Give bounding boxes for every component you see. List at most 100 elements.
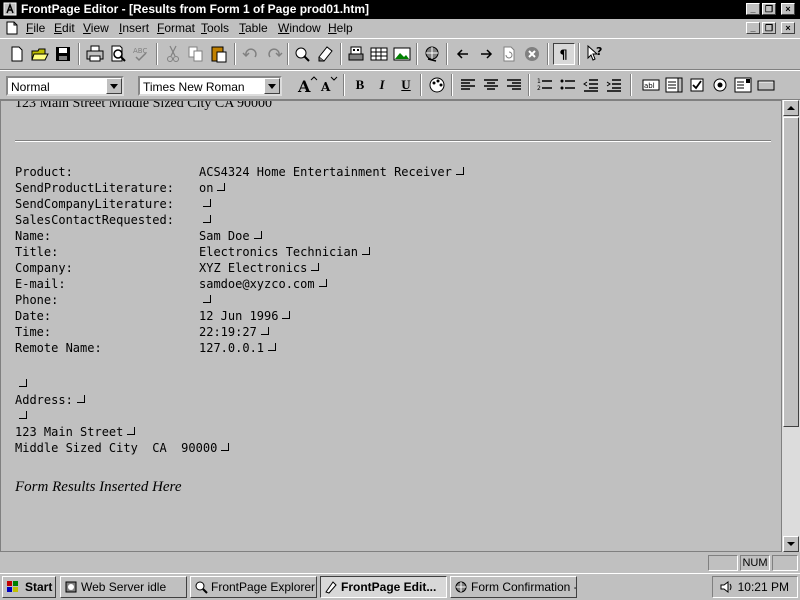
show-todo-button[interactable] <box>315 43 337 65</box>
paragraph-mark-icon <box>202 199 212 209</box>
editor-area[interactable]: 123 Main Street Middle Sized City CA 900… <box>0 100 782 552</box>
close-button[interactable]: × <box>781 3 795 15</box>
doc-minimize-button[interactable]: _ <box>746 22 760 34</box>
decrease-font-size-button[interactable]: A <box>318 74 340 96</box>
clock[interactable]: 10:21 PM <box>738 580 789 594</box>
cut-button[interactable] <box>162 43 184 65</box>
restore-button[interactable]: ❐ <box>762 3 776 15</box>
refresh-button[interactable] <box>498 43 520 65</box>
scrollbar-thumb[interactable] <box>783 117 799 427</box>
speaker-icon[interactable] <box>719 580 735 594</box>
one-line-textbox-button[interactable]: abl <box>640 74 662 96</box>
undo-button[interactable] <box>240 43 262 65</box>
save-button[interactable] <box>52 43 74 65</box>
bold-button[interactable]: B <box>350 77 370 93</box>
spelling-button[interactable]: ABC <box>130 43 152 65</box>
status-panel-empty <box>772 555 798 571</box>
start-button[interactable]: Start <box>2 576 56 598</box>
field-label: SalesContactRequested: <box>15 213 174 227</box>
paragraph-mark-icon <box>76 395 86 405</box>
bulleted-list-button[interactable] <box>557 74 579 96</box>
help-button[interactable]: ? <box>584 43 606 65</box>
field-label: Remote Name: <box>15 341 102 355</box>
menu-insert[interactable]: Insert <box>119 21 149 35</box>
checkbox-button[interactable] <box>686 74 708 96</box>
field-value-text: ACS4324 Home Entertainment Receiver <box>199 165 452 179</box>
doc-restore-button[interactable]: ❐ <box>762 22 776 34</box>
stop-button[interactable] <box>521 43 543 65</box>
font-select[interactable]: Times New Roman <box>138 76 282 96</box>
start-label: Start <box>25 580 53 594</box>
title-bar[interactable]: FrontPage Editor - [Results from Form 1 … <box>0 0 800 19</box>
underline-button[interactable]: U <box>396 77 416 93</box>
increase-indent-button[interactable] <box>603 74 625 96</box>
decrease-indent-button[interactable] <box>580 74 602 96</box>
menu-view[interactable]: View <box>83 21 109 35</box>
new-page-button[interactable] <box>6 43 28 65</box>
blank-line <box>15 409 28 423</box>
chevron-down-icon[interactable] <box>106 78 122 94</box>
menu-format[interactable]: Format <box>157 21 195 35</box>
svg-text:abl: abl <box>644 82 655 90</box>
scrolling-textbox-button[interactable] <box>663 74 685 96</box>
format-toolbar: Normal Times New Roman A A B I U 12 abl <box>0 70 800 100</box>
decrease-indent-icon <box>583 79 598 92</box>
chevron-down-icon <box>787 542 795 546</box>
pilcrow-icon: ¶ <box>559 47 567 62</box>
menu-tools[interactable]: Tools <box>201 21 229 35</box>
insert-image-button[interactable] <box>391 43 413 65</box>
print-button[interactable] <box>84 43 106 65</box>
show-explorer-button[interactable] <box>292 43 314 65</box>
align-left-button[interactable] <box>457 74 479 96</box>
svg-text:A: A <box>297 77 311 96</box>
new-page-icon <box>11 46 23 62</box>
insert-table-button[interactable] <box>368 43 390 65</box>
toolbar-separator <box>78 43 80 65</box>
document-icon[interactable] <box>5 21 19 35</box>
paste-button[interactable] <box>208 43 230 65</box>
insert-webbot-button[interactable] <box>345 43 367 65</box>
field-label: Phone: <box>15 293 59 307</box>
toolbar-separator <box>547 43 549 65</box>
text-color-button[interactable] <box>426 74 448 96</box>
dropdown-menu-button[interactable] <box>732 74 754 96</box>
address-street: 123 Main Street <box>15 425 136 439</box>
align-center-button[interactable] <box>480 74 502 96</box>
menu-table[interactable]: Table <box>239 21 268 35</box>
vertical-scrollbar[interactable] <box>782 100 800 552</box>
taskbar-item-form-confirmation[interactable]: Form Confirmation - ... <box>450 576 577 598</box>
increase-font-size-button[interactable]: A <box>296 74 318 96</box>
taskbar-item-frontpage-explorer[interactable]: FrontPage Explorer ... <box>190 576 317 598</box>
radio-button-button[interactable] <box>709 74 731 96</box>
align-right-button[interactable] <box>503 74 525 96</box>
menu-edit[interactable]: Edit <box>54 21 75 35</box>
style-select[interactable]: Normal <box>6 76 124 96</box>
minimize-button[interactable]: _ <box>746 3 760 15</box>
redo-button[interactable] <box>263 43 285 65</box>
menu-file[interactable]: File <box>26 21 45 35</box>
print-preview-button[interactable] <box>107 43 129 65</box>
paragraph-mark-icon <box>310 263 320 273</box>
menu-window-accel: W <box>278 21 290 35</box>
show-paragraph-marks-button[interactable]: ¶ <box>553 43 575 65</box>
chevron-down-icon[interactable] <box>264 78 280 94</box>
open-button[interactable] <box>29 43 51 65</box>
italic-button[interactable]: I <box>372 77 392 93</box>
menu-window[interactable]: Window <box>278 21 321 35</box>
copy-button[interactable] <box>185 43 207 65</box>
field-value: on <box>199 181 226 195</box>
address-city: Middle Sized City CA 90000 <box>15 441 230 455</box>
taskbar-item-frontpage-editor[interactable]: FrontPage Edit... <box>320 576 447 598</box>
doc-close-button[interactable]: × <box>781 22 795 34</box>
forward-button[interactable] <box>475 43 497 65</box>
push-button-button[interactable] <box>755 74 777 96</box>
taskbar: Start Web Server idle FrontPage Explorer… <box>0 573 800 600</box>
scroll-down-button[interactable] <box>783 536 799 552</box>
numbered-list-button[interactable]: 12 <box>534 74 556 96</box>
paste-icon <box>211 46 227 63</box>
taskbar-item-web-server[interactable]: Web Server idle <box>60 576 187 598</box>
create-hyperlink-button[interactable] <box>421 43 443 65</box>
back-button[interactable] <box>452 43 474 65</box>
menu-help[interactable]: Help <box>328 21 353 35</box>
scroll-up-button[interactable] <box>783 100 799 116</box>
